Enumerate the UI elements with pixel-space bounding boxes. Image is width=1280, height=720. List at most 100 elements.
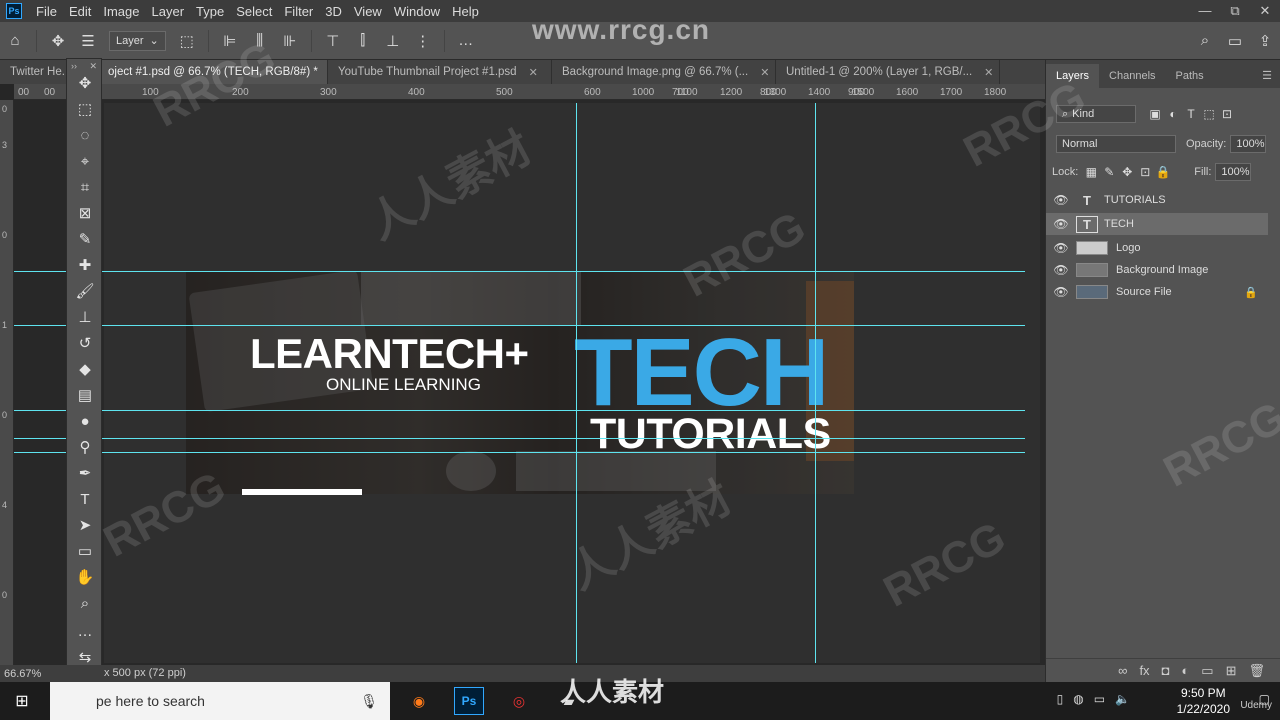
move-tool-icon[interactable]: ✥ bbox=[73, 72, 97, 94]
guide-horizontal[interactable] bbox=[14, 452, 1025, 453]
close-button[interactable]: ✕ bbox=[1250, 3, 1280, 19]
zoom-tool-icon[interactable]: ⌕ bbox=[73, 592, 97, 614]
clock[interactable]: 9:50 PM 1/22/2020 bbox=[1177, 685, 1230, 717]
frame-tool-icon[interactable]: ⊠ bbox=[73, 202, 97, 224]
menu-help[interactable]: Help bbox=[446, 4, 485, 19]
menu-image[interactable]: Image bbox=[97, 4, 145, 19]
taskbar-search-input[interactable]: pe here to search 🎙 bbox=[50, 682, 390, 720]
lock-all-icon[interactable]: 🔒 bbox=[1154, 163, 1172, 181]
menu-filter[interactable]: Filter bbox=[278, 4, 319, 19]
close-tab-icon[interactable]: ✕ bbox=[760, 66, 769, 79]
quick-select-tool-icon[interactable]: ⌖ bbox=[73, 150, 97, 172]
tab-active-project[interactable]: oject #1.psd @ 66.7% (TECH, RGB/8#) * ✕ bbox=[72, 60, 328, 84]
auto-select-dropdown[interactable]: Layer ⌄ bbox=[109, 30, 166, 51]
lock-image-icon[interactable]: ✎ bbox=[1100, 163, 1118, 181]
history-brush-tool-icon[interactable]: ↺ bbox=[73, 332, 97, 354]
panel-menu-icon[interactable]: ☰ bbox=[1254, 63, 1280, 88]
new-layer-icon[interactable]: ⊞ bbox=[1226, 663, 1237, 679]
blend-mode-dropdown[interactable]: Normal bbox=[1056, 135, 1176, 153]
tech-text-layer[interactable]: TECH bbox=[574, 325, 829, 421]
crop-tool-icon[interactable]: ⌗ bbox=[73, 176, 97, 198]
zoom-level[interactable]: 66.67% bbox=[0, 668, 60, 680]
healing-brush-tool-icon[interactable]: ✚ bbox=[73, 254, 97, 276]
guide-horizontal[interactable] bbox=[14, 271, 1025, 272]
guide-horizontal[interactable] bbox=[14, 325, 1025, 326]
layer-row-tech[interactable]: 👁 T TECH bbox=[1046, 213, 1268, 235]
move-tool-preset-icon[interactable]: ✥ bbox=[47, 30, 69, 52]
align-center-icon[interactable]: ⫼ bbox=[249, 30, 271, 52]
close-tab-icon[interactable]: ✕ bbox=[529, 66, 538, 79]
collapse-panel-icon[interactable]: ›› bbox=[71, 61, 77, 71]
tab-channels[interactable]: Channels bbox=[1099, 64, 1165, 88]
marquee-tool-icon[interactable]: ⬚ bbox=[73, 98, 97, 120]
menu-window[interactable]: Window bbox=[388, 4, 446, 19]
tab-untitled[interactable]: Untitled-1 @ 200% (Layer 1, RGB/... ✕ bbox=[776, 60, 1000, 84]
adjustment-filter-icon[interactable]: ◐ bbox=[1164, 105, 1182, 123]
restore-button[interactable]: ⧉ bbox=[1220, 3, 1250, 19]
guide-vertical[interactable] bbox=[815, 103, 816, 663]
delete-layer-icon[interactable]: 🗑 bbox=[1248, 663, 1265, 679]
type-tool-icon[interactable]: T bbox=[73, 488, 97, 510]
eyedropper-tool-icon[interactable]: ✎ bbox=[73, 228, 97, 250]
type-filter-icon[interactable]: T bbox=[1182, 105, 1200, 123]
tab-youtube-thumbnail[interactable]: YouTube Thumbnail Project #1.psd ✕ bbox=[328, 60, 552, 84]
guide-horizontal[interactable] bbox=[14, 438, 1025, 439]
pen-tool-icon[interactable]: ✒ bbox=[73, 462, 97, 484]
firefox-icon[interactable]: ◉ bbox=[404, 687, 434, 715]
lock-position-icon[interactable]: ✥ bbox=[1118, 163, 1136, 181]
tray-icon[interactable]: ▯ bbox=[1057, 692, 1064, 706]
layer-row-source-file[interactable]: 👁 Source File 🔒 bbox=[1046, 281, 1268, 303]
photoshop-taskbar-icon[interactable]: Ps bbox=[454, 687, 484, 715]
visibility-eye-icon[interactable]: 👁 bbox=[1046, 193, 1076, 207]
rectangle-tool-icon[interactable]: ▭ bbox=[73, 540, 97, 562]
menu-view[interactable]: View bbox=[348, 4, 388, 19]
layer-row-background-image[interactable]: 👁 Background Image bbox=[1046, 259, 1268, 281]
tab-background-image[interactable]: Background Image.png @ 66.7% (... ✕ bbox=[552, 60, 776, 84]
horizontal-ruler[interactable]: 00 00 100 200 300 400 500 600 700 800 90… bbox=[14, 84, 1045, 100]
tab-twitter[interactable]: Twitter He... bbox=[0, 60, 72, 84]
layer-row-tutorials[interactable]: 👁 T TUTORIALS bbox=[1046, 189, 1268, 211]
visibility-eye-icon[interactable]: 👁 bbox=[1046, 285, 1076, 299]
lasso-tool-icon[interactable]: ◌ bbox=[73, 124, 97, 146]
hand-tool-icon[interactable]: ✋ bbox=[73, 566, 97, 588]
tab-paths[interactable]: Paths bbox=[1166, 64, 1214, 88]
volume-icon[interactable]: 🔈 bbox=[1115, 692, 1130, 706]
clone-stamp-tool-icon[interactable]: ⊥ bbox=[73, 306, 97, 328]
share-icon[interactable]: ⇪ bbox=[1254, 30, 1276, 52]
visibility-eye-icon[interactable]: 👁 bbox=[1046, 217, 1076, 231]
logo-title-text[interactable]: LEARNTECH+ bbox=[250, 330, 529, 378]
opacity-field[interactable]: 100% bbox=[1230, 135, 1267, 153]
smart-object-filter-icon[interactable]: ⊡ bbox=[1218, 105, 1236, 123]
menu-select[interactable]: Select bbox=[230, 4, 278, 19]
link-layers-icon[interactable]: ∞ bbox=[1118, 663, 1127, 678]
align-right-icon[interactable]: ⊪ bbox=[279, 30, 301, 52]
lock-artboard-icon[interactable]: ⊡ bbox=[1136, 163, 1154, 181]
microphone-icon[interactable]: 🎙 bbox=[360, 693, 378, 710]
search-icon[interactable]: ⌕ bbox=[1194, 30, 1216, 52]
kind-filter-dropdown[interactable]: ⌕ Kind bbox=[1056, 105, 1136, 123]
add-mask-icon[interactable]: ◘ bbox=[1162, 663, 1170, 678]
more-options-icon[interactable]: … bbox=[455, 30, 477, 52]
menu-layer[interactable]: Layer bbox=[146, 4, 191, 19]
gradient-tool-icon[interactable]: ▤ bbox=[73, 384, 97, 406]
more-tools-icon[interactable]: … bbox=[73, 620, 97, 642]
minimize-button[interactable]: — bbox=[1190, 3, 1220, 19]
lock-transparent-icon[interactable]: ▦ bbox=[1082, 163, 1100, 181]
vertical-ruler[interactable]: 0 3 0 1 0 4 0 bbox=[0, 100, 14, 665]
menu-file[interactable]: File bbox=[30, 4, 63, 19]
brush-tool-icon[interactable]: 🖌 bbox=[73, 280, 97, 302]
auto-select-icon[interactable]: ☰ bbox=[77, 30, 99, 52]
menu-edit[interactable]: Edit bbox=[63, 4, 97, 19]
guide-vertical[interactable] bbox=[576, 103, 577, 663]
shape-filter-icon[interactable]: ⬚ bbox=[1200, 105, 1218, 123]
pixel-filter-icon[interactable]: ▣ bbox=[1146, 105, 1164, 123]
document-info[interactable]: x 500 px (72 ppi) bbox=[104, 667, 186, 679]
blur-tool-icon[interactable]: ● bbox=[73, 410, 97, 432]
adjustment-layer-icon[interactable]: ◐ bbox=[1181, 663, 1189, 678]
distribute-icon[interactable]: ⋮ bbox=[412, 30, 434, 52]
workspace-icon[interactable]: ▭ bbox=[1224, 30, 1246, 52]
align-top-icon[interactable]: ⊤ bbox=[322, 30, 344, 52]
logo-subtitle-text[interactable]: ONLINE LEARNING bbox=[326, 375, 481, 395]
guide-horizontal[interactable] bbox=[14, 410, 1025, 411]
windows-start-icon[interactable]: ⊞ bbox=[0, 682, 44, 720]
